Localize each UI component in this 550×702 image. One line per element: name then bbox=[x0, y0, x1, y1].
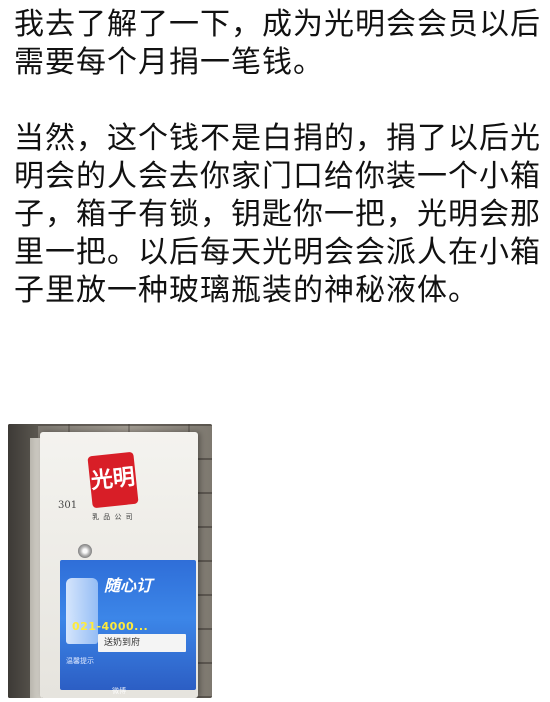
bright-dairy-logo: 光明 bbox=[87, 451, 139, 509]
logo-subtitle: 乳 品 公 司 bbox=[92, 513, 134, 521]
post-body: 我去了解了一下，成为光明会会员以后需要每个月捐一笔钱。 当然，这个钱不是白捐的，… bbox=[14, 6, 542, 310]
sticker-label-box: 送奶到府 bbox=[98, 634, 186, 652]
keyhole-lock-icon bbox=[78, 544, 92, 558]
post-paragraph-1: 我去了解了一下，成为光明会会员以后需要每个月捐一笔钱。 bbox=[14, 7, 541, 80]
sticker-label-text: 送奶到府 bbox=[104, 638, 141, 648]
post-paragraph-2: 当然，这个钱不是白捐的，捐了以后光明会的人会去你家门口给你装一个小箱子，箱子有锁… bbox=[14, 121, 541, 308]
sticker-phone: 021-4000... bbox=[72, 620, 149, 633]
sticker-tip: 温馨提示 bbox=[66, 657, 94, 665]
promo-sticker: 随心订 021-4000... 送奶到府 温馨提示 bbox=[60, 560, 196, 690]
milk-box-photo[interactable]: 光明 乳 品 公 司 301 随心订 021-4000... 送奶到府 温馨提示… bbox=[8, 424, 212, 698]
milk-bottle-icon bbox=[66, 578, 98, 644]
sticker-brand: 随心订 bbox=[104, 576, 153, 595]
milk-box: 光明 乳 品 公 司 301 随心订 021-4000... 送奶到府 温馨提示 bbox=[40, 432, 198, 698]
handwritten-mark: 301 bbox=[58, 500, 78, 511]
weibo-watermark: 微博 bbox=[112, 687, 126, 695]
